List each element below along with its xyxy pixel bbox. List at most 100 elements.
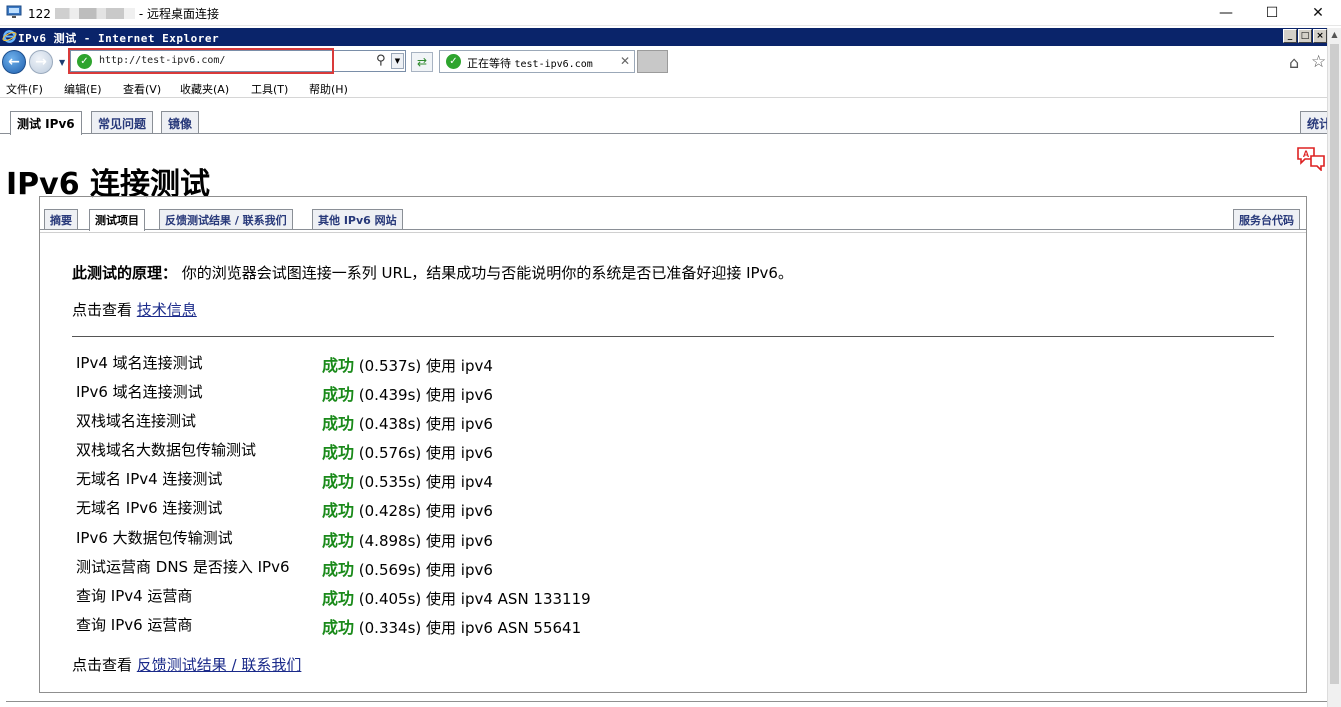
tab-faq[interactable]: 常见问题: [91, 111, 154, 133]
ie-logo-icon: [2, 30, 17, 43]
address-url[interactable]: http://test-ipv6.com/: [99, 55, 225, 66]
divider: [72, 336, 1274, 337]
rdp-host-prefix: 122: [28, 7, 51, 21]
result-detail: (0.405s) 使用 ipv4 ASN 133119: [354, 589, 591, 608]
test-result: 成功 (0.569s) 使用 ipv6: [322, 556, 493, 580]
ie-navigation-bar: ← → ▼ ✓ http://test-ipv6.com/ ⚲ ▼ ⇄ ✓ 正在…: [0, 46, 1327, 77]
tab-tests[interactable]: 测试项目: [89, 209, 145, 231]
test-name: 查询 IPv4 运营商: [76, 586, 193, 605]
rdp-maximize-button[interactable]: ☐: [1249, 0, 1295, 26]
status-success: 成功: [322, 356, 355, 375]
address-dropdown-icon[interactable]: ▼: [391, 53, 404, 69]
tab-test-ipv6[interactable]: 测试 IPv6: [10, 111, 82, 135]
web-page: 测试 IPv6 常见问题 镜像 统计 A IPv6 连接测试 摘要 测试项目 反…: [0, 99, 1327, 707]
remote-desktop-titlebar: 122 - 远程桌面连接 — ☐ ✕: [0, 0, 1341, 26]
refresh-button[interactable]: ⇄: [411, 52, 433, 72]
back-arrow-icon: ←: [8, 54, 20, 70]
test-result: 成功 (0.405s) 使用 ipv4 ASN 133119: [322, 585, 591, 609]
content-box: 摘要 测试项目 反馈测试结果 / 联系我们 其他 IPv6 网站 服务台代码 此…: [39, 196, 1307, 693]
test-name: 双栈域名大数据包传输测试: [76, 441, 257, 460]
tab-mirrors[interactable]: 镜像: [161, 111, 200, 133]
redacted-host: [54, 8, 135, 19]
result-detail: (0.439s) 使用 ipv6: [354, 386, 493, 405]
test-result: 成功 (0.439s) 使用 ipv6: [322, 381, 493, 405]
tab-close-icon[interactable]: ✕: [620, 54, 630, 68]
menu-edit[interactable]: 编辑(E): [64, 81, 102, 97]
result-detail: (0.428s) 使用 ipv6: [354, 502, 493, 521]
translate-icon[interactable]: A: [1296, 145, 1326, 171]
ie-minimize-button[interactable]: _: [1283, 29, 1297, 43]
test-name: IPv6 大数据包传输测试: [76, 528, 233, 547]
rdp-minimize-button[interactable]: —: [1203, 0, 1249, 26]
footer-divider: [6, 701, 1327, 702]
test-name: 无域名 IPv6 连接测试: [76, 499, 223, 518]
test-result: 成功 (4.898s) 使用 ipv6: [322, 527, 493, 551]
tab-feedback[interactable]: 反馈测试结果 / 联系我们: [159, 209, 293, 229]
vertical-scrollbar[interactable]: ▲: [1327, 28, 1341, 707]
tab-summary[interactable]: 摘要: [44, 209, 78, 229]
ie-close-button[interactable]: ×: [1313, 29, 1327, 43]
result-detail: (0.334s) 使用 ipv6 ASN 55641: [354, 618, 582, 637]
principle-label: 此测试的原理：: [72, 264, 178, 282]
refresh-icon: ⇄: [416, 55, 428, 69]
ie-menu-bar: 文件(F) 编辑(E) 查看(V) 收藏夹(A) 工具(T) 帮助(H): [0, 78, 1327, 98]
history-dropdown-icon[interactable]: ▼: [59, 58, 65, 67]
menu-favorites[interactable]: 收藏夹(A): [180, 81, 229, 97]
tech-info-prefix: 点击查看: [72, 301, 137, 319]
status-success: 成功: [322, 472, 355, 492]
result-detail: (0.438s) 使用 ipv6: [354, 415, 493, 434]
tab-other-sites[interactable]: 其他 IPv6 网站: [312, 209, 403, 229]
scrollbar-thumb[interactable]: [1330, 44, 1339, 684]
status-success: 成功: [322, 588, 355, 608]
test-result: 成功 (0.576s) 使用 ipv6: [322, 439, 493, 463]
browser-tab[interactable]: ✓ 正在等待 test-ipv6.com ✕: [439, 50, 635, 73]
test-principle: 此测试的原理： 你的浏览器会试图连接一系列 URL，结果成功与否能说明你的系统是…: [72, 262, 793, 283]
tab-status: 正在等待: [467, 57, 511, 70]
test-name: IPv6 域名连接测试: [76, 383, 203, 402]
rdp-title-suffix: - 远程桌面连接: [138, 7, 220, 21]
tab-helpdesk-code[interactable]: 服务台代码: [1233, 209, 1300, 229]
ie-maximize-button[interactable]: □: [1298, 29, 1312, 43]
test-name: IPv4 域名连接测试: [76, 354, 203, 372]
menu-help[interactable]: 帮助(H): [309, 81, 348, 97]
tech-info-link[interactable]: 技术信息: [137, 301, 197, 319]
menu-view[interactable]: 查看(V): [123, 81, 161, 97]
status-success: 成功: [322, 530, 355, 550]
test-result: 成功 (0.334s) 使用 ipv6 ASN 55641: [322, 614, 581, 638]
test-result: 成功 (0.428s) 使用 ipv6: [322, 497, 493, 521]
tab-stats[interactable]: 统计: [1300, 111, 1327, 133]
favorites-star-icon[interactable]: ☆: [1311, 52, 1326, 72]
status-success: 成功: [322, 443, 355, 463]
ie-window-title: IPv6 测试 - Internet Explorer: [18, 32, 220, 45]
tests-panel: 此测试的原理： 你的浏览器会试图连接一系列 URL，结果成功与否能说明你的系统是…: [40, 232, 1306, 692]
search-icon[interactable]: ⚲: [376, 53, 386, 68]
test-result: 成功 (0.537s) 使用 ipv4: [322, 352, 493, 376]
result-detail: (0.535s) 使用 ipv4: [354, 473, 493, 492]
remote-desktop-icon: [6, 5, 22, 18]
new-tab-button[interactable]: [637, 50, 668, 73]
scroll-up-icon[interactable]: ▲: [1328, 28, 1341, 42]
status-success: 成功: [322, 617, 355, 637]
menu-tools[interactable]: 工具(T): [251, 81, 288, 97]
rdp-close-button[interactable]: ✕: [1295, 0, 1341, 26]
feedback-line: 点击查看 反馈测试结果 / 联系我们: [72, 654, 301, 675]
menu-file[interactable]: 文件(F): [6, 81, 43, 97]
forward-arrow-icon: →: [35, 54, 47, 70]
test-name: 测试运营商 DNS 是否接入 IPv6: [76, 557, 290, 576]
result-detail: (4.898s) 使用 ipv6: [354, 531, 493, 550]
feedback-link[interactable]: 反馈测试结果 / 联系我们: [137, 656, 302, 674]
status-success: 成功: [322, 414, 355, 434]
ie-titlebar: IPv6 测试 - Internet Explorer _ □ ×: [0, 28, 1327, 46]
test-name: 无域名 IPv4 连接测试: [76, 470, 223, 489]
address-bar[interactable]: ✓ http://test-ipv6.com/ ⚲ ▼: [70, 50, 406, 72]
svg-text:A: A: [1303, 149, 1310, 159]
back-button[interactable]: ←: [2, 50, 26, 74]
forward-button[interactable]: →: [29, 50, 53, 74]
principle-text: 你的浏览器会试图连接一系列 URL，结果成功与否能说明你的系统是否已准备好迎接 …: [177, 264, 793, 282]
result-detail: (0.576s) 使用 ipv6: [354, 444, 493, 463]
tab-label: 正在等待 test-ipv6.com: [467, 55, 593, 71]
status-success: 成功: [322, 385, 355, 405]
result-detail: (0.569s) 使用 ipv6: [354, 560, 493, 579]
remote-desktop-title: 122 - 远程桌面连接: [28, 5, 219, 22]
home-icon[interactable]: ⌂: [1289, 53, 1299, 72]
